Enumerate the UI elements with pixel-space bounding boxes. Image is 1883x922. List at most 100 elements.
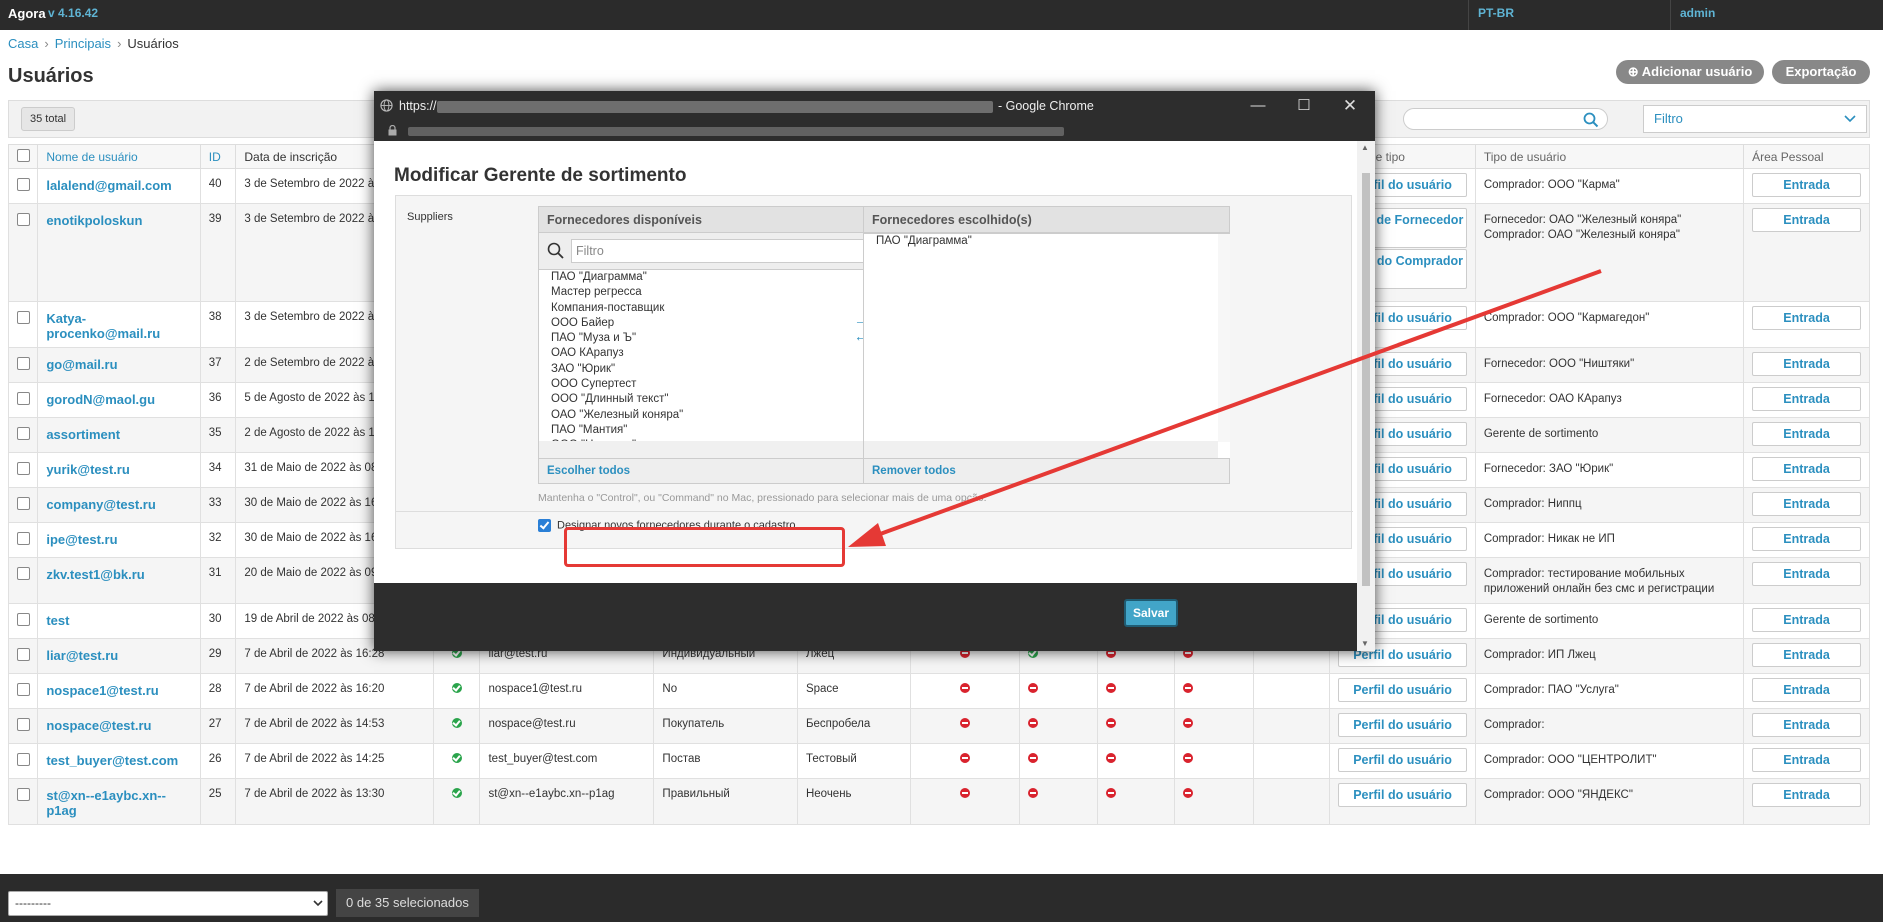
profile-button[interactable]: Perfil do usuário	[1338, 713, 1467, 737]
row-checkbox[interactable]	[17, 213, 30, 226]
username-link[interactable]: yurik@test.ru	[46, 462, 191, 477]
username-link[interactable]: Katya-procenko@mail.ru	[46, 311, 191, 341]
row-checkbox[interactable]	[17, 497, 30, 510]
available-supplier-option[interactable]: ЗАО "Юрик"	[545, 362, 905, 377]
login-button[interactable]: Entrada	[1752, 643, 1861, 667]
login-button[interactable]: Entrada	[1752, 208, 1861, 232]
username-link[interactable]: assortiment	[46, 427, 191, 442]
bulk-action-select[interactable]: ---------	[8, 891, 328, 916]
login-button[interactable]: Entrada	[1752, 173, 1861, 197]
login-button[interactable]: Entrada	[1752, 527, 1861, 551]
row-checkbox[interactable]	[17, 648, 30, 661]
username-link[interactable]: liar@test.ru	[46, 648, 191, 663]
profile-button[interactable]: Perfil do usuário	[1338, 748, 1467, 772]
scroll-up-icon[interactable]: ▲	[1361, 143, 1369, 152]
row-checkbox[interactable]	[17, 718, 30, 731]
username-link[interactable]: ipe@test.ru	[46, 532, 191, 547]
available-supplier-option[interactable]: ПАО "Муза и Ъ"	[545, 331, 905, 346]
save-button[interactable]: Salvar	[1124, 599, 1178, 627]
login-button[interactable]: Entrada	[1752, 387, 1861, 411]
col-header[interactable]: ID	[199, 144, 237, 169]
remove-all-link[interactable]: Remover todos	[872, 465, 956, 477]
user-type-text: Gerente de sortimento	[1483, 428, 1599, 440]
login-button[interactable]: Entrada	[1752, 608, 1861, 632]
scroll-down-icon[interactable]: ▼	[1361, 639, 1369, 648]
available-supplier-option[interactable]: ОАО КАрапуз	[545, 346, 905, 361]
window-titlebar[interactable]: https:// - Google Chrome — ☐ ✕	[374, 91, 1375, 121]
select-all-header[interactable]	[7, 144, 39, 169]
login-button[interactable]: Entrada	[1752, 562, 1861, 586]
list-hscrollbar[interactable]	[864, 441, 1218, 458]
popup-scrollbar[interactable]: ▲ ▼	[1357, 141, 1375, 651]
row-checkbox[interactable]	[17, 683, 30, 696]
username-link[interactable]: company@test.ru	[46, 497, 191, 512]
address-bar[interactable]	[374, 121, 1375, 141]
list-hscrollbar[interactable]	[539, 441, 893, 458]
row-checkbox[interactable]	[17, 357, 30, 370]
profile-button[interactable]: Perfil do usuário	[1338, 783, 1467, 807]
login-button[interactable]: Entrada	[1752, 783, 1861, 807]
available-supplier-option[interactable]: Мастер регресса	[545, 285, 905, 300]
available-supplier-option[interactable]: ПАО "Диаграмма"	[545, 270, 905, 285]
login-button[interactable]: Entrada	[1752, 492, 1861, 516]
export-button[interactable]: Exportação	[1772, 60, 1870, 84]
row-checkbox[interactable]	[17, 392, 30, 405]
add-user-button[interactable]: ⊕ Adicionar usuário	[1616, 60, 1764, 84]
username-link[interactable]: nospace1@test.ru	[46, 683, 191, 698]
available-suppliers-list[interactable]: ПАО "Диаграмма" Мастер регресса Компания-п…	[539, 269, 905, 459]
app-name[interactable]: Agora	[8, 6, 46, 21]
login-button[interactable]: Entrada	[1752, 748, 1861, 772]
scrollbar-thumb[interactable]	[1362, 173, 1370, 586]
available-supplier-option[interactable]: ООО Супертест	[545, 377, 905, 392]
col-header: Tipo de usuário	[1474, 144, 1745, 169]
choose-all-link[interactable]: Escolher todos	[547, 465, 630, 477]
user-menu[interactable]: admin	[1680, 6, 1715, 20]
username-link[interactable]: nospace@test.ru	[46, 718, 191, 733]
available-supplier-option[interactable]: ООО Байер	[545, 316, 905, 331]
row-checkbox[interactable]	[17, 311, 30, 324]
chosen-suppliers-list[interactable]: ПАО "Диаграмма"	[864, 233, 1230, 459]
total-count-button[interactable]: 35 total	[21, 107, 76, 131]
row-checkbox[interactable]	[17, 613, 30, 626]
col-header[interactable]: Nome de usuário	[37, 144, 201, 169]
breadcrumb-section[interactable]: Principais	[55, 36, 111, 51]
login-button[interactable]: Entrada	[1752, 422, 1861, 446]
maximize-icon[interactable]: ☐	[1281, 91, 1327, 121]
login-button[interactable]: Entrada	[1752, 457, 1861, 481]
row-checkbox[interactable]	[17, 427, 30, 440]
row-checkbox[interactable]	[17, 178, 30, 191]
available-supplier-option[interactable]: ООО "Длинный текст"	[545, 392, 905, 407]
breadcrumb-home[interactable]: Casa	[8, 36, 38, 51]
login-button[interactable]: Entrada	[1752, 678, 1861, 702]
assign-new-suppliers-checkbox[interactable]	[538, 519, 551, 532]
available-supplier-option[interactable]: ОАО "Железный коняра"	[545, 408, 905, 423]
login-button[interactable]: Entrada	[1752, 352, 1861, 376]
filter-select[interactable]: Filtro	[1643, 105, 1867, 133]
language-menu[interactable]: PT-BR	[1478, 6, 1514, 20]
minimize-icon[interactable]: —	[1235, 91, 1281, 121]
username-link[interactable]: gorodN@maol.gu	[46, 392, 191, 407]
username-link[interactable]: test_buyer@test.com	[46, 753, 191, 768]
row-checkbox[interactable]	[17, 788, 30, 801]
login-button[interactable]: Entrada	[1752, 306, 1861, 330]
available-supplier-option[interactable]: Компания-поставщик	[545, 301, 905, 316]
list-scrollbar[interactable]	[1218, 234, 1230, 442]
close-icon[interactable]: ✕	[1327, 91, 1373, 121]
row-checkbox[interactable]	[17, 532, 30, 545]
username-link[interactable]: enotikpoloskun	[46, 213, 191, 228]
username-link[interactable]: go@mail.ru	[46, 357, 191, 372]
supplier-filter-input[interactable]: Filtro	[571, 239, 895, 263]
chosen-supplier-option[interactable]: ПАО "Диаграмма"	[870, 234, 1230, 249]
row-checkbox[interactable]	[17, 753, 30, 766]
login-button[interactable]: Entrada	[1752, 713, 1861, 737]
select-all-checkbox[interactable]	[17, 148, 30, 162]
username-link[interactable]: lalalend@gmail.com	[46, 178, 191, 193]
username-link[interactable]: test	[46, 613, 191, 628]
username-link[interactable]: st@xn--e1aybc.xn--p1ag	[46, 788, 191, 818]
row-checkbox[interactable]	[17, 567, 30, 580]
username-link[interactable]: zkv.test1@bk.ru	[46, 567, 191, 582]
row-checkbox[interactable]	[17, 462, 30, 475]
available-supplier-option[interactable]: ПАО "Мантия"	[545, 423, 905, 438]
search-input[interactable]	[1403, 108, 1608, 130]
profile-button[interactable]: Perfil do usuário	[1338, 678, 1467, 702]
